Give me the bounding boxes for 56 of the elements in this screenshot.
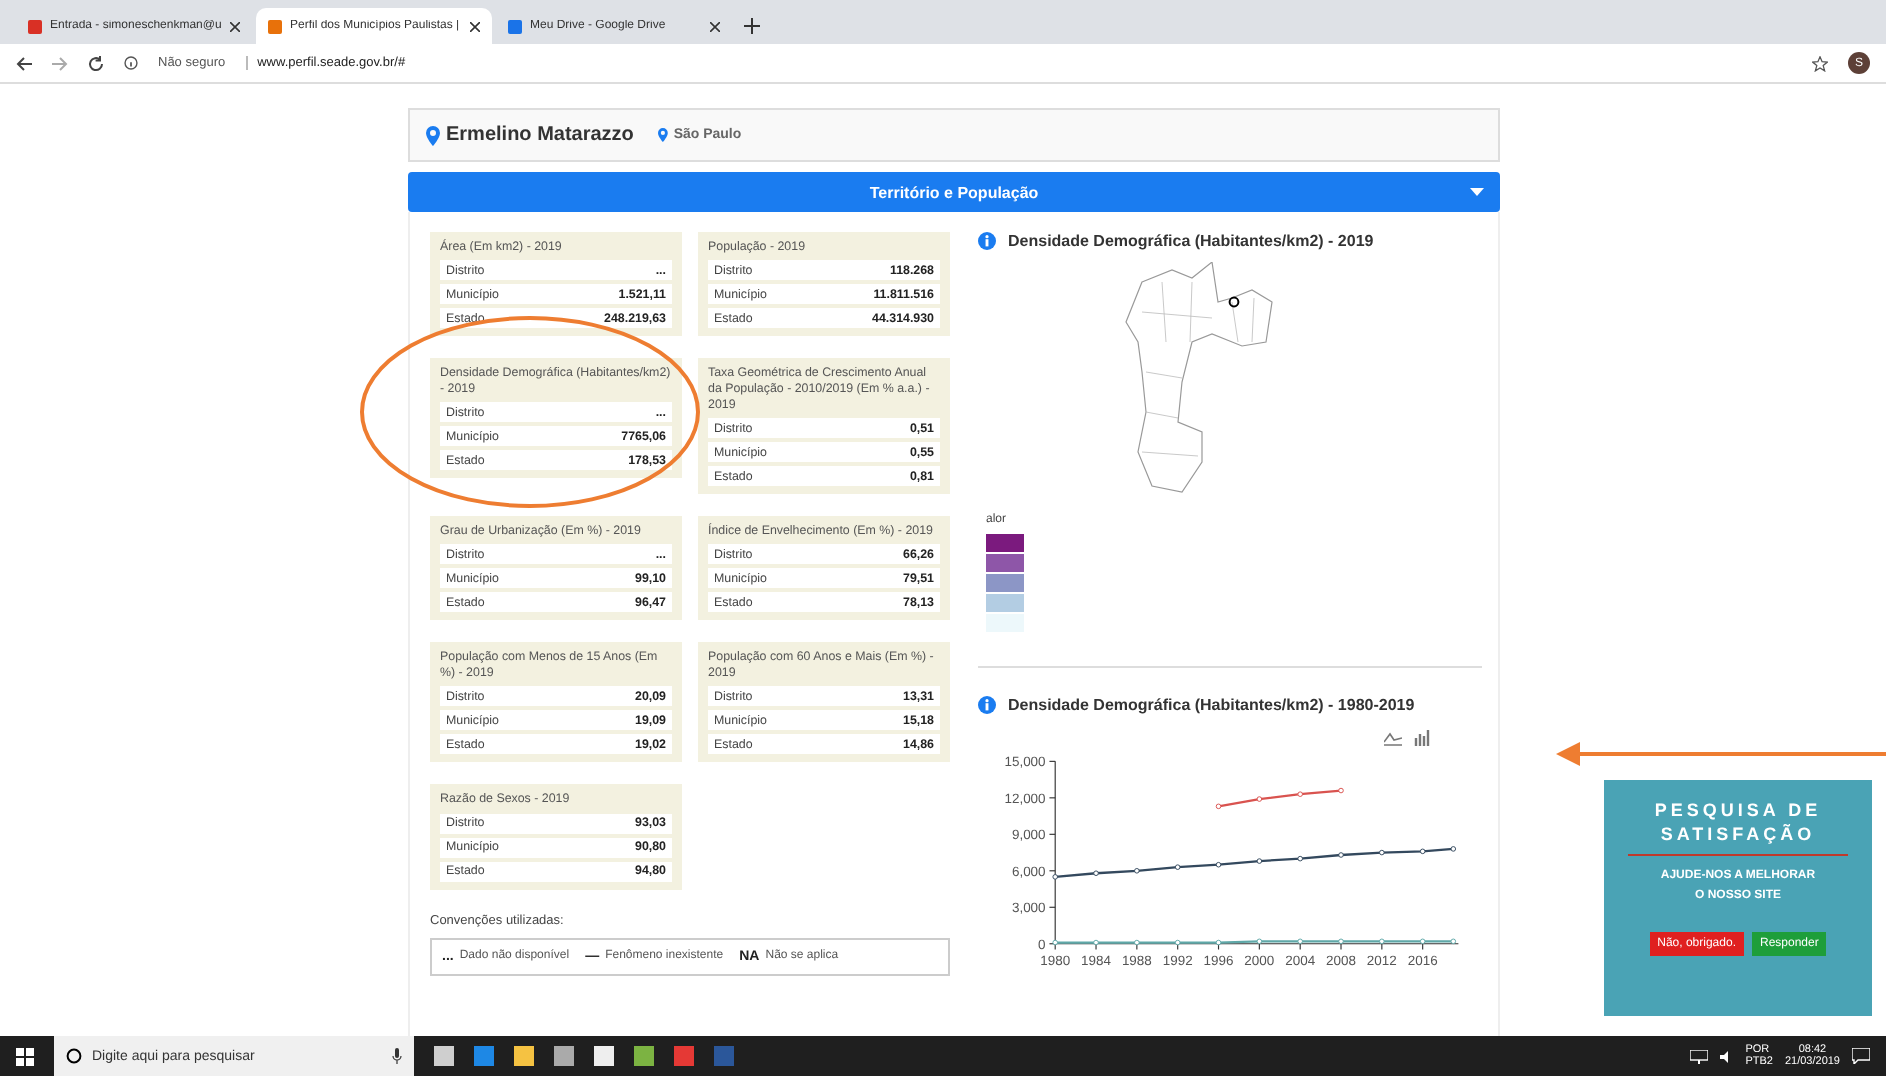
data-line [1218,789,1342,808]
data-point [1052,874,1058,880]
new-tab-icon[interactable] [744,18,760,34]
line-chart-icon[interactable] [1384,730,1402,746]
chart-title: Densidade Demográfica (Habitantes/km2) - 1980-2019 [1008,696,1415,714]
map-title: Densidade Demográfica (Habitantes/km2) - 2019 [1008,232,1374,250]
data-point [1134,939,1140,946]
data-point [1215,803,1222,810]
tab-favicon-icon [268,19,282,33]
data-point [1450,938,1457,945]
data-point [1338,938,1344,945]
data-point [1297,855,1303,862]
data-point [1052,939,1058,946]
data-point [1174,864,1181,870]
data-point [1297,938,1303,945]
section-header[interactable]: Território e População [408,172,1500,212]
info-icon[interactable] [978,232,996,250]
data-point [1256,796,1263,802]
district-name: Ermelino Matarazzo [446,124,634,146]
tab-favicon-icon [28,19,42,33]
bar-chart-icon[interactable] [1414,730,1430,746]
data-point [1297,791,1303,797]
map-pin-icon [657,128,668,142]
reload-icon[interactable] [88,55,104,71]
caret-icon [1470,188,1484,196]
data-point [1419,848,1426,855]
windows-start-icon[interactable] [16,1047,34,1065]
microphone-icon[interactable] [392,1048,402,1064]
data-point [1256,858,1263,864]
tab-favicon-icon [508,19,522,33]
data-point [1256,938,1263,945]
close-icon[interactable] [470,21,480,31]
data-point [1379,938,1385,945]
data-point [1174,939,1181,946]
data-point [1450,846,1457,852]
data-point [1338,852,1344,858]
info-icon[interactable] [124,56,138,70]
close-icon[interactable] [710,21,720,31]
map-pin-icon [426,125,440,145]
data-point [1338,787,1344,794]
data-point [1419,938,1426,945]
notification-icon[interactable] [1852,1048,1870,1064]
data-point [1215,861,1222,868]
info-icon[interactable] [978,696,996,714]
star-icon[interactable] [1812,55,1828,71]
network-icon[interactable] [1689,1049,1708,1063]
data-point [1093,939,1099,946]
data-point [1134,868,1140,874]
data-point [1379,849,1385,856]
cortana-icon [66,1048,82,1064]
data-point [1215,939,1222,946]
data-point [1093,870,1099,876]
survey-title: PESQUISA DE SATISFAÇÃO [1628,800,1848,857]
back-icon[interactable] [16,55,32,71]
close-icon[interactable] [230,21,240,31]
speaker-icon[interactable] [1719,1049,1734,1063]
